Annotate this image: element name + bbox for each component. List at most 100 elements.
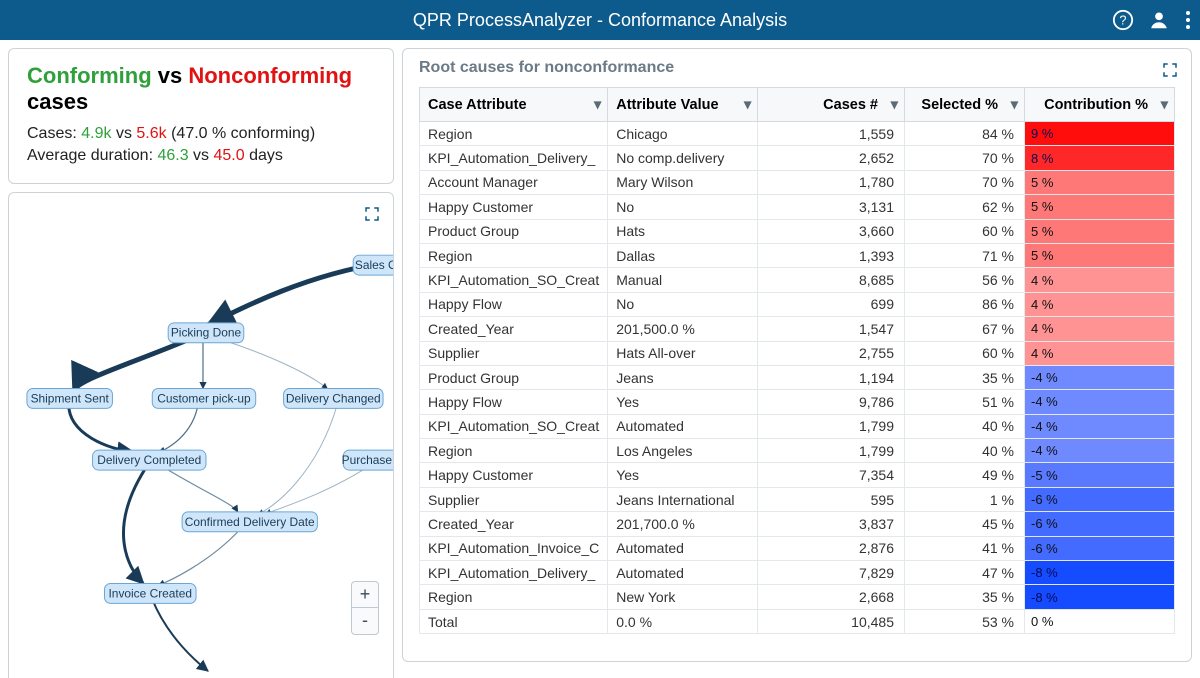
node-invoice-created[interactable]: Invoice Created: [105, 583, 197, 603]
more-icon[interactable]: [1184, 9, 1192, 31]
col-selected[interactable]: Selected %▾: [905, 88, 1025, 122]
cell-contribution: 0 %: [1025, 609, 1175, 633]
cell-selected: 70 %: [905, 146, 1025, 170]
expand-icon[interactable]: [1159, 59, 1181, 81]
cell-contribution: 5 %: [1025, 243, 1175, 267]
cell-value: 0.0 %: [608, 609, 758, 633]
table-row[interactable]: SupplierJeans International5951 %-6 %: [420, 487, 1175, 511]
cell-cases: 699: [758, 292, 905, 316]
table-row[interactable]: Created_Year201,700.0 %3,83745 %-6 %: [420, 512, 1175, 536]
table-row[interactable]: Happy CustomerNo3,13162 %5 %: [420, 195, 1175, 219]
cell-cases: 7,354: [758, 463, 905, 487]
table-row[interactable]: KPI_Automation_SO_CreatManual8,68556 %4 …: [420, 268, 1175, 292]
cell-contribution: 4 %: [1025, 317, 1175, 341]
svg-text:Delivery Completed: Delivery Completed: [97, 453, 201, 467]
cell-value: Dallas: [608, 243, 758, 267]
filter-icon[interactable]: ▾: [1011, 97, 1018, 113]
table-row[interactable]: Product GroupJeans1,19435 %-4 %: [420, 365, 1175, 389]
table-row[interactable]: Created_Year201,500.0 %1,54767 %4 %: [420, 317, 1175, 341]
process-diagram-card: Sales Or Picking Done Shipment Sent Cust…: [8, 192, 394, 678]
table-row[interactable]: KPI_Automation_Delivery_No comp.delivery…: [420, 146, 1175, 170]
filter-icon[interactable]: ▾: [1161, 97, 1168, 113]
cell-cases: 2,755: [758, 341, 905, 365]
node-delivery-changed[interactable]: Delivery Changed: [284, 388, 383, 408]
node-delivery-completed[interactable]: Delivery Completed: [93, 450, 206, 470]
node-sales-order[interactable]: Sales Or: [353, 255, 393, 275]
header-actions: ?: [1112, 9, 1192, 31]
cell-selected: 49 %: [905, 463, 1025, 487]
filter-icon[interactable]: ▾: [594, 97, 601, 113]
root-causes-card: Root causes for nonconformance Case Attr…: [402, 48, 1192, 662]
cell-cases: 3,837: [758, 512, 905, 536]
help-icon[interactable]: ?: [1112, 9, 1134, 31]
cell-attribute: KPI_Automation_SO_Creat: [420, 268, 608, 292]
cell-value: Los Angeles: [608, 439, 758, 463]
cell-cases: 1,194: [758, 365, 905, 389]
cell-selected: 35 %: [905, 365, 1025, 389]
cell-contribution: 5 %: [1025, 219, 1175, 243]
conforming-label: Conforming: [27, 63, 152, 88]
col-attribute-value[interactable]: Attribute Value▾: [608, 88, 758, 122]
node-confirmed-delivery-date[interactable]: Confirmed Delivery Date: [182, 512, 317, 532]
table-row[interactable]: KPI_Automation_SO_CreatAutomated1,79940 …: [420, 414, 1175, 438]
cell-attribute: Region: [420, 122, 608, 146]
cell-selected: 70 %: [905, 170, 1025, 194]
node-shipment-sent[interactable]: Shipment Sent: [27, 388, 113, 408]
node-customer-pickup[interactable]: Customer pick-up: [152, 388, 255, 408]
cell-attribute: KPI_Automation_Delivery_: [420, 561, 608, 585]
col-cases[interactable]: Cases #▾: [758, 88, 905, 122]
cell-attribute: Region: [420, 439, 608, 463]
filter-icon[interactable]: ▾: [744, 97, 751, 113]
table-row[interactable]: RegionChicago1,55984 %9 %: [420, 122, 1175, 146]
cell-contribution: 5 %: [1025, 195, 1175, 219]
table-row[interactable]: KPI_Automation_Invoice_CAutomated2,87641…: [420, 536, 1175, 560]
root-causes-title: Root causes for nonconformance: [419, 59, 1175, 77]
table-row[interactable]: RegionLos Angeles1,79940 %-4 %: [420, 439, 1175, 463]
table-row[interactable]: SupplierHats All-over2,75560 %4 %: [420, 341, 1175, 365]
zoom-in-button[interactable]: +: [352, 582, 378, 608]
zoom-out-button[interactable]: -: [352, 608, 378, 634]
table-row[interactable]: Happy FlowNo69986 %4 %: [420, 292, 1175, 316]
cell-contribution: -4 %: [1025, 390, 1175, 414]
cell-cases: 2,668: [758, 585, 905, 609]
cell-cases: 1,547: [758, 317, 905, 341]
cell-contribution: -4 %: [1025, 365, 1175, 389]
node-purchase-order[interactable]: Purchase O: [342, 450, 393, 470]
table-row[interactable]: RegionNew York2,66835 %-8 %: [420, 585, 1175, 609]
node-picking-done[interactable]: Picking Done: [168, 323, 244, 343]
table-row[interactable]: RegionDallas1,39371 %5 %: [420, 243, 1175, 267]
col-contribution[interactable]: Contribution %▾: [1025, 88, 1175, 122]
cell-cases: 1,799: [758, 439, 905, 463]
cell-contribution: 8 %: [1025, 146, 1175, 170]
cell-value: Automated: [608, 536, 758, 560]
svg-text:Customer pick-up: Customer pick-up: [157, 391, 251, 405]
cell-cases: 1,799: [758, 414, 905, 438]
cell-attribute: Happy Customer: [420, 463, 608, 487]
table-row[interactable]: Happy CustomerYes7,35449 %-5 %: [420, 463, 1175, 487]
cell-attribute: KPI_Automation_SO_Creat: [420, 414, 608, 438]
user-icon[interactable]: [1148, 9, 1170, 31]
cell-contribution: -8 %: [1025, 585, 1175, 609]
cell-attribute: KPI_Automation_Delivery_: [420, 146, 608, 170]
cell-selected: 84 %: [905, 122, 1025, 146]
table-row[interactable]: Product GroupHats3,66060 %5 %: [420, 219, 1175, 243]
cell-attribute: Created_Year: [420, 317, 608, 341]
cell-attribute: Supplier: [420, 341, 608, 365]
table-row[interactable]: Total0.0 %10,48553 %0 %: [420, 609, 1175, 633]
cell-value: Yes: [608, 390, 758, 414]
filter-icon[interactable]: ▾: [891, 97, 898, 113]
expand-icon[interactable]: [361, 203, 383, 225]
col-case-attribute[interactable]: Case Attribute▾: [420, 88, 608, 122]
table-row[interactable]: Happy FlowYes9,78651 %-4 %: [420, 390, 1175, 414]
svg-text:Confirmed Delivery Date: Confirmed Delivery Date: [185, 515, 315, 529]
cell-value: No: [608, 292, 758, 316]
cell-cases: 10,485: [758, 609, 905, 633]
table-row[interactable]: Account ManagerMary Wilson1,78070 %5 %: [420, 170, 1175, 194]
process-diagram[interactable]: Sales Or Picking Done Shipment Sent Cust…: [9, 193, 393, 678]
cell-value: 201,700.0 %: [608, 512, 758, 536]
cell-contribution: -8 %: [1025, 561, 1175, 585]
cell-value: Automated: [608, 561, 758, 585]
cell-value: Mary Wilson: [608, 170, 758, 194]
cell-selected: 40 %: [905, 414, 1025, 438]
table-row[interactable]: KPI_Automation_Delivery_Automated7,82947…: [420, 561, 1175, 585]
